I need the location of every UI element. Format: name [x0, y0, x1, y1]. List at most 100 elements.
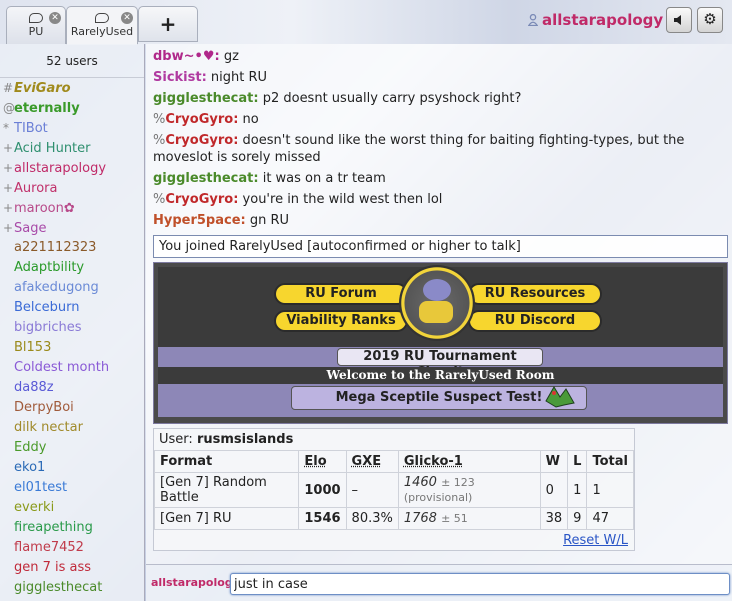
- user-list-item[interactable]: dilk nectar: [0, 418, 144, 438]
- chat-message: gigglesthecat: p2 doesnt usually carry p…: [146, 88, 732, 109]
- chat-bubble-icon: [29, 13, 43, 23]
- user-list-item[interactable]: Coldest month: [0, 358, 144, 378]
- chat-rank: %: [153, 192, 166, 207]
- viability-ranks-link[interactable]: Viability Ranks: [274, 310, 408, 332]
- add-tab-button[interactable]: +: [138, 6, 198, 42]
- user-name: eko1: [14, 460, 46, 475]
- close-icon[interactable]: ✕: [121, 12, 133, 24]
- speaker-icon: [674, 15, 681, 25]
- chat-text: night RU: [210, 70, 268, 85]
- tab-label: PU: [28, 25, 44, 38]
- user-list-item[interactable]: Belceburn: [0, 298, 144, 318]
- user-list-item[interactable]: DerpyBoi: [0, 398, 144, 418]
- user-name: bigbriches: [14, 320, 82, 335]
- user-list-item[interactable]: Adaptbility: [0, 258, 144, 278]
- chat-input[interactable]: [230, 573, 730, 595]
- ru-forum-link[interactable]: RU Forum: [274, 283, 408, 305]
- user-list: 52 users #EviGaro @eternally * TIBot +Acid H…: [0, 44, 145, 601]
- reset-wl-link[interactable]: Reset W/L: [563, 533, 628, 548]
- user-name: Aurora: [14, 181, 58, 196]
- tab-pu[interactable]: PU ✕: [6, 6, 66, 44]
- user-list-item[interactable]: eko1: [0, 458, 144, 478]
- chat-username[interactable]: CryoGyro:: [165, 112, 238, 127]
- options-button[interactable]: ⚙: [697, 7, 723, 33]
- tab-rarelyused[interactable]: RarelyUsed ✕: [66, 6, 138, 45]
- chat-text: p2 doesnt usually carry psyshock right?: [262, 91, 522, 106]
- chat-message: Sickist: night RU: [146, 67, 732, 88]
- table-row: [Gen 7] RU 1546 80.3% 1768 ± 51 38 9 47: [153, 507, 634, 530]
- user-list-item[interactable]: bigbriches: [0, 318, 144, 338]
- user-list-item[interactable]: +Acid Hunter: [0, 138, 144, 158]
- chat-message: %CryoGyro: you're in the wild west then …: [146, 189, 732, 210]
- user-name: Bl153: [14, 340, 52, 355]
- chat-username[interactable]: Hyper5pace:: [153, 213, 246, 228]
- user-rank: *: [3, 121, 9, 135]
- user-list-item[interactable]: +Sage: [0, 218, 144, 238]
- sound-button[interactable]: [666, 7, 692, 33]
- user-name: everki: [14, 500, 55, 515]
- col-elo: Elo: [298, 450, 347, 473]
- top-header: PU ✕ RarelyUsed ✕ + allstarapology ⚙: [0, 0, 732, 45]
- user-name: Adaptbility: [14, 260, 85, 275]
- format-cell: [Gen 7] Random Battle: [153, 472, 300, 508]
- chat-username[interactable]: CryoGyro:: [165, 192, 238, 207]
- chat-text: gz: [223, 49, 239, 64]
- chat-username[interactable]: gigglesthecat:: [153, 91, 259, 106]
- user-rank: +: [3, 161, 14, 175]
- user-name: gigglesthecat: [14, 580, 103, 595]
- col-glicko: Glicko-1: [397, 450, 541, 473]
- chat-username[interactable]: CryoGyro:: [165, 133, 238, 148]
- user-rank: +: [3, 141, 14, 155]
- col-l: L: [567, 450, 588, 473]
- ru-logo-icon: [399, 265, 475, 341]
- user-list-item[interactable]: +Aurora: [0, 178, 144, 198]
- user-list-item[interactable]: Eddy: [0, 438, 144, 458]
- ranking-title: User: rusmsislands: [154, 429, 634, 450]
- table-row: [Gen 7] Random Battle 1000 – 1460 ± 123 …: [153, 472, 634, 508]
- user-list-item[interactable]: fireapething: [0, 518, 144, 538]
- ranking-box: User: rusmsislands Format Elo GXE Glicko…: [153, 428, 635, 551]
- chat-username[interactable]: dbw~•♥:: [153, 49, 220, 64]
- glicko-cell: 1768 ± 51: [397, 507, 541, 530]
- ru-discord-link[interactable]: RU Discord: [468, 310, 602, 332]
- user-name: flame7452: [14, 540, 84, 555]
- tournament-circuit-link[interactable]: 2019 RU Tournament Circuit: [337, 348, 543, 380]
- user-list-item[interactable]: Bl153: [0, 338, 144, 358]
- user-list-item[interactable]: gen 7 is ass: [0, 558, 144, 578]
- user-list-item[interactable]: #EviGaro: [0, 78, 144, 98]
- user-list-item[interactable]: flame7452: [0, 538, 144, 558]
- user-rank: @: [3, 101, 15, 115]
- user-list-item[interactable]: * TIBot: [0, 118, 144, 138]
- user-list-item[interactable]: a221112323: [0, 238, 144, 258]
- user-name: a221112323: [14, 240, 97, 255]
- user-list-item[interactable]: everki: [0, 498, 144, 518]
- l-cell: 1: [567, 472, 588, 508]
- ru-resources-link[interactable]: RU Resources: [468, 283, 602, 305]
- chat-username[interactable]: Sickist:: [153, 70, 207, 85]
- user-list-item[interactable]: afakedugong: [0, 278, 144, 298]
- chat-rank: %: [153, 133, 166, 148]
- user-rank: +: [3, 221, 14, 235]
- user-list-item[interactable]: +allstarapology: [0, 158, 144, 178]
- close-icon[interactable]: ✕: [49, 12, 61, 24]
- user-list-item[interactable]: +maroon✿: [0, 198, 144, 218]
- user-list-rows: #EviGaro @eternally * TIBot +Acid Hunter +all…: [0, 78, 144, 598]
- chat-rank: %: [153, 112, 166, 127]
- user-name: Belceburn: [14, 300, 80, 315]
- current-user[interactable]: allstarapology: [528, 11, 663, 29]
- join-notice: You joined RarelyUsed [autoconfirmed or …: [153, 235, 728, 258]
- user-list-item[interactable]: el01test: [0, 478, 144, 498]
- chat-messages: dbw~•♥: gz Sickist: night RU gigglesthecat…: [146, 46, 732, 231]
- user-list-item[interactable]: gigglesthecat: [0, 578, 144, 598]
- user-list-item[interactable]: @eternally: [0, 98, 144, 118]
- user-list-item[interactable]: da88z: [0, 378, 144, 398]
- room-intro-banner: RU Forum RU Resources Viability Ranks RU…: [153, 262, 728, 424]
- chat-username[interactable]: gigglesthecat:: [153, 171, 259, 186]
- user-name: DerpyBoi: [14, 400, 74, 415]
- user-name: Coldest month: [14, 360, 110, 375]
- elo-cell: 1546: [298, 507, 347, 530]
- chat-text: you're in the wild west then lol: [242, 192, 443, 207]
- col-w: W: [539, 450, 569, 473]
- chat-log[interactable]: dbw~•♥: gz Sickist: night RU gigglesthecat…: [146, 44, 732, 564]
- current-user-name: allstarapology: [542, 11, 664, 29]
